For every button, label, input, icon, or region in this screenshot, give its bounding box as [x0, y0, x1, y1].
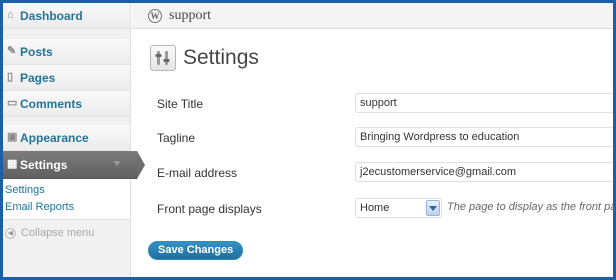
tagline-label: Tagline: [157, 131, 196, 145]
posts-icon: ✎: [7, 45, 17, 57]
tagline-input[interactable]: Bringing Wordpress to education: [355, 127, 613, 147]
sidebar-item-label: Dashboard: [20, 8, 83, 23]
settings-submenu: Settings Email Reports: [3, 179, 130, 220]
sidebar-item-label: Posts: [20, 44, 53, 59]
settings-page-icon: [150, 45, 176, 71]
sidebar-item-label: Settings: [20, 157, 68, 172]
front-page-selected: Home: [360, 202, 390, 214]
collapse-arrow-icon: ◀: [5, 227, 16, 239]
admin-window: ⌂ Dashboard ✎ Posts ▯ Pages ▭ Comments ▣…: [3, 3, 613, 277]
appearance-icon: ▣: [7, 131, 18, 143]
chevron-down-icon[interactable]: [426, 200, 440, 216]
collapse-menu-button[interactable]: ◀ Collapse menu: [3, 220, 130, 246]
site-title-row: Site Title support: [157, 93, 613, 117]
sidebar-item-label: Pages: [20, 70, 56, 85]
pages-icon: ▯: [7, 71, 14, 83]
sidebar-item-appearance[interactable]: ▣ Appearance: [3, 125, 130, 151]
page-heading: Settings: [150, 45, 259, 71]
sidebar-item-comments[interactable]: ▭ Comments: [3, 91, 130, 117]
admin-sidebar: ⌂ Dashboard ✎ Posts ▯ Pages ▭ Comments ▣…: [3, 3, 145, 277]
email-label: E-mail address: [157, 166, 238, 180]
email-row: E-mail address j2ecustomerservice@gmail.…: [157, 162, 613, 186]
site-title-input[interactable]: support: [355, 93, 613, 113]
front-page-hint: The page to display as the front page: [447, 201, 613, 213]
sidebar-item-settings[interactable]: ▦ Settings: [3, 151, 145, 179]
collapse-menu-label: Collapse menu: [21, 227, 95, 239]
site-name[interactable]: support: [169, 8, 211, 24]
submenu-item-settings[interactable]: Settings: [5, 182, 130, 199]
sidebar-item-label: Appearance: [20, 130, 89, 145]
comments-icon: ▭: [7, 97, 18, 109]
front-page-label: Front page displays: [157, 202, 262, 216]
page-title: Settings: [183, 46, 259, 69]
tagline-row: Tagline Bringing Wordpress to education: [157, 127, 613, 151]
site-title-label: Site Title: [157, 97, 204, 111]
submenu-item-email-reports[interactable]: Email Reports: [5, 199, 130, 216]
dashboard-icon: ⌂: [7, 9, 14, 21]
settings-content: Settings Site Title support Tagline Brin…: [132, 30, 613, 277]
chevron-down-icon[interactable]: [113, 161, 121, 166]
email-input[interactable]: j2ecustomerservice@gmail.com: [355, 162, 613, 182]
site-header: W support: [132, 3, 613, 29]
sidebar-item-pages[interactable]: ▯ Pages: [3, 65, 130, 91]
sidebar-item-posts[interactable]: ✎ Posts: [3, 39, 130, 65]
save-changes-button[interactable]: Save Changes: [148, 241, 244, 260]
front-page-row: Front page displays Home The page to dis…: [157, 198, 613, 222]
front-page-select[interactable]: Home: [355, 198, 442, 218]
sidebar-item-dashboard[interactable]: ⌂ Dashboard: [3, 3, 130, 29]
wordpress-logo-icon[interactable]: W: [148, 8, 162, 23]
settings-icon: ▦: [7, 158, 18, 170]
sidebar-item-label: Comments: [20, 96, 83, 111]
